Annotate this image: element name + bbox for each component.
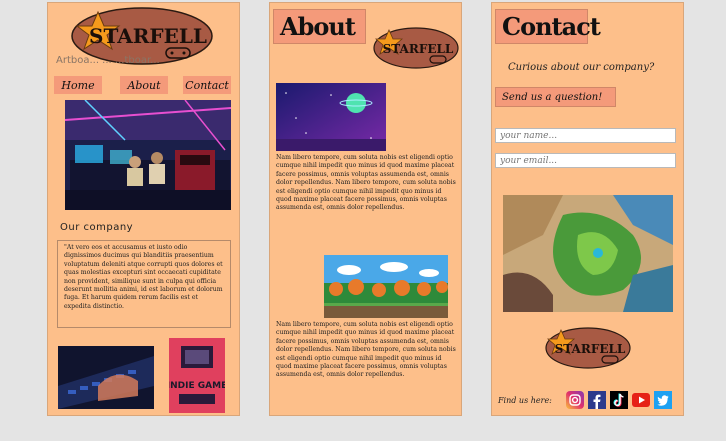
indie-game-text: INDIE GAME xyxy=(169,381,225,391)
about-paragraph-1: Nam libero tempore, cum soluta nobis est… xyxy=(276,154,456,212)
nav-contact-button[interactable]: Contact xyxy=(183,76,231,94)
artboard-about: About STARFELL Nam libero tempore, cum s… xyxy=(269,2,462,416)
logo-text-small: STARFELL xyxy=(383,42,454,56)
artboard-ghost-label: Artboa... ... ...tboar... xyxy=(56,55,160,66)
starfell-logo-footer[interactable]: STARFELL xyxy=(544,326,632,370)
email-field[interactable] xyxy=(495,153,676,168)
keyboard-photo xyxy=(58,346,154,409)
artboard-home: STARFELL Artboa... ... ...tboar... Home … xyxy=(47,2,240,416)
nav-home-button[interactable]: Home xyxy=(54,76,102,94)
fantasy-map-image xyxy=(503,195,673,312)
contact-tagline: Curious about our company? xyxy=(508,62,655,73)
instagram-icon[interactable] xyxy=(566,391,584,409)
artboard-contact: Contact Curious about our company? Send … xyxy=(491,2,684,416)
youtube-icon[interactable] xyxy=(632,391,650,409)
nav-about-button[interactable]: About xyxy=(120,76,168,94)
our-company-heading: Our company xyxy=(60,222,134,233)
tiktok-icon[interactable] xyxy=(610,391,628,409)
company-quote: "At vero eos et accusamus et iusto odio … xyxy=(57,240,231,328)
twitter-icon[interactable] xyxy=(654,391,672,409)
forest-pixel-art xyxy=(324,255,448,318)
about-title: About xyxy=(273,9,366,44)
send-question-button[interactable]: Send us a question! xyxy=(495,87,616,107)
name-field[interactable] xyxy=(495,128,676,143)
facebook-icon[interactable] xyxy=(588,391,606,409)
contact-title: Contact xyxy=(495,9,601,44)
logo-text: STARFELL xyxy=(89,24,207,48)
indie-game-poster: INDIE GAME xyxy=(169,338,225,413)
logo-text-footer: STARFELL xyxy=(555,342,626,356)
space-pixel-art xyxy=(276,83,386,151)
about-paragraph-2: Nam libero tempore, cum soluta nobis est… xyxy=(276,321,456,379)
starfell-logo-small[interactable]: STARFELL xyxy=(372,26,460,70)
esports-arena-photo xyxy=(65,100,231,210)
find-us-label: Find us here: xyxy=(498,396,552,405)
